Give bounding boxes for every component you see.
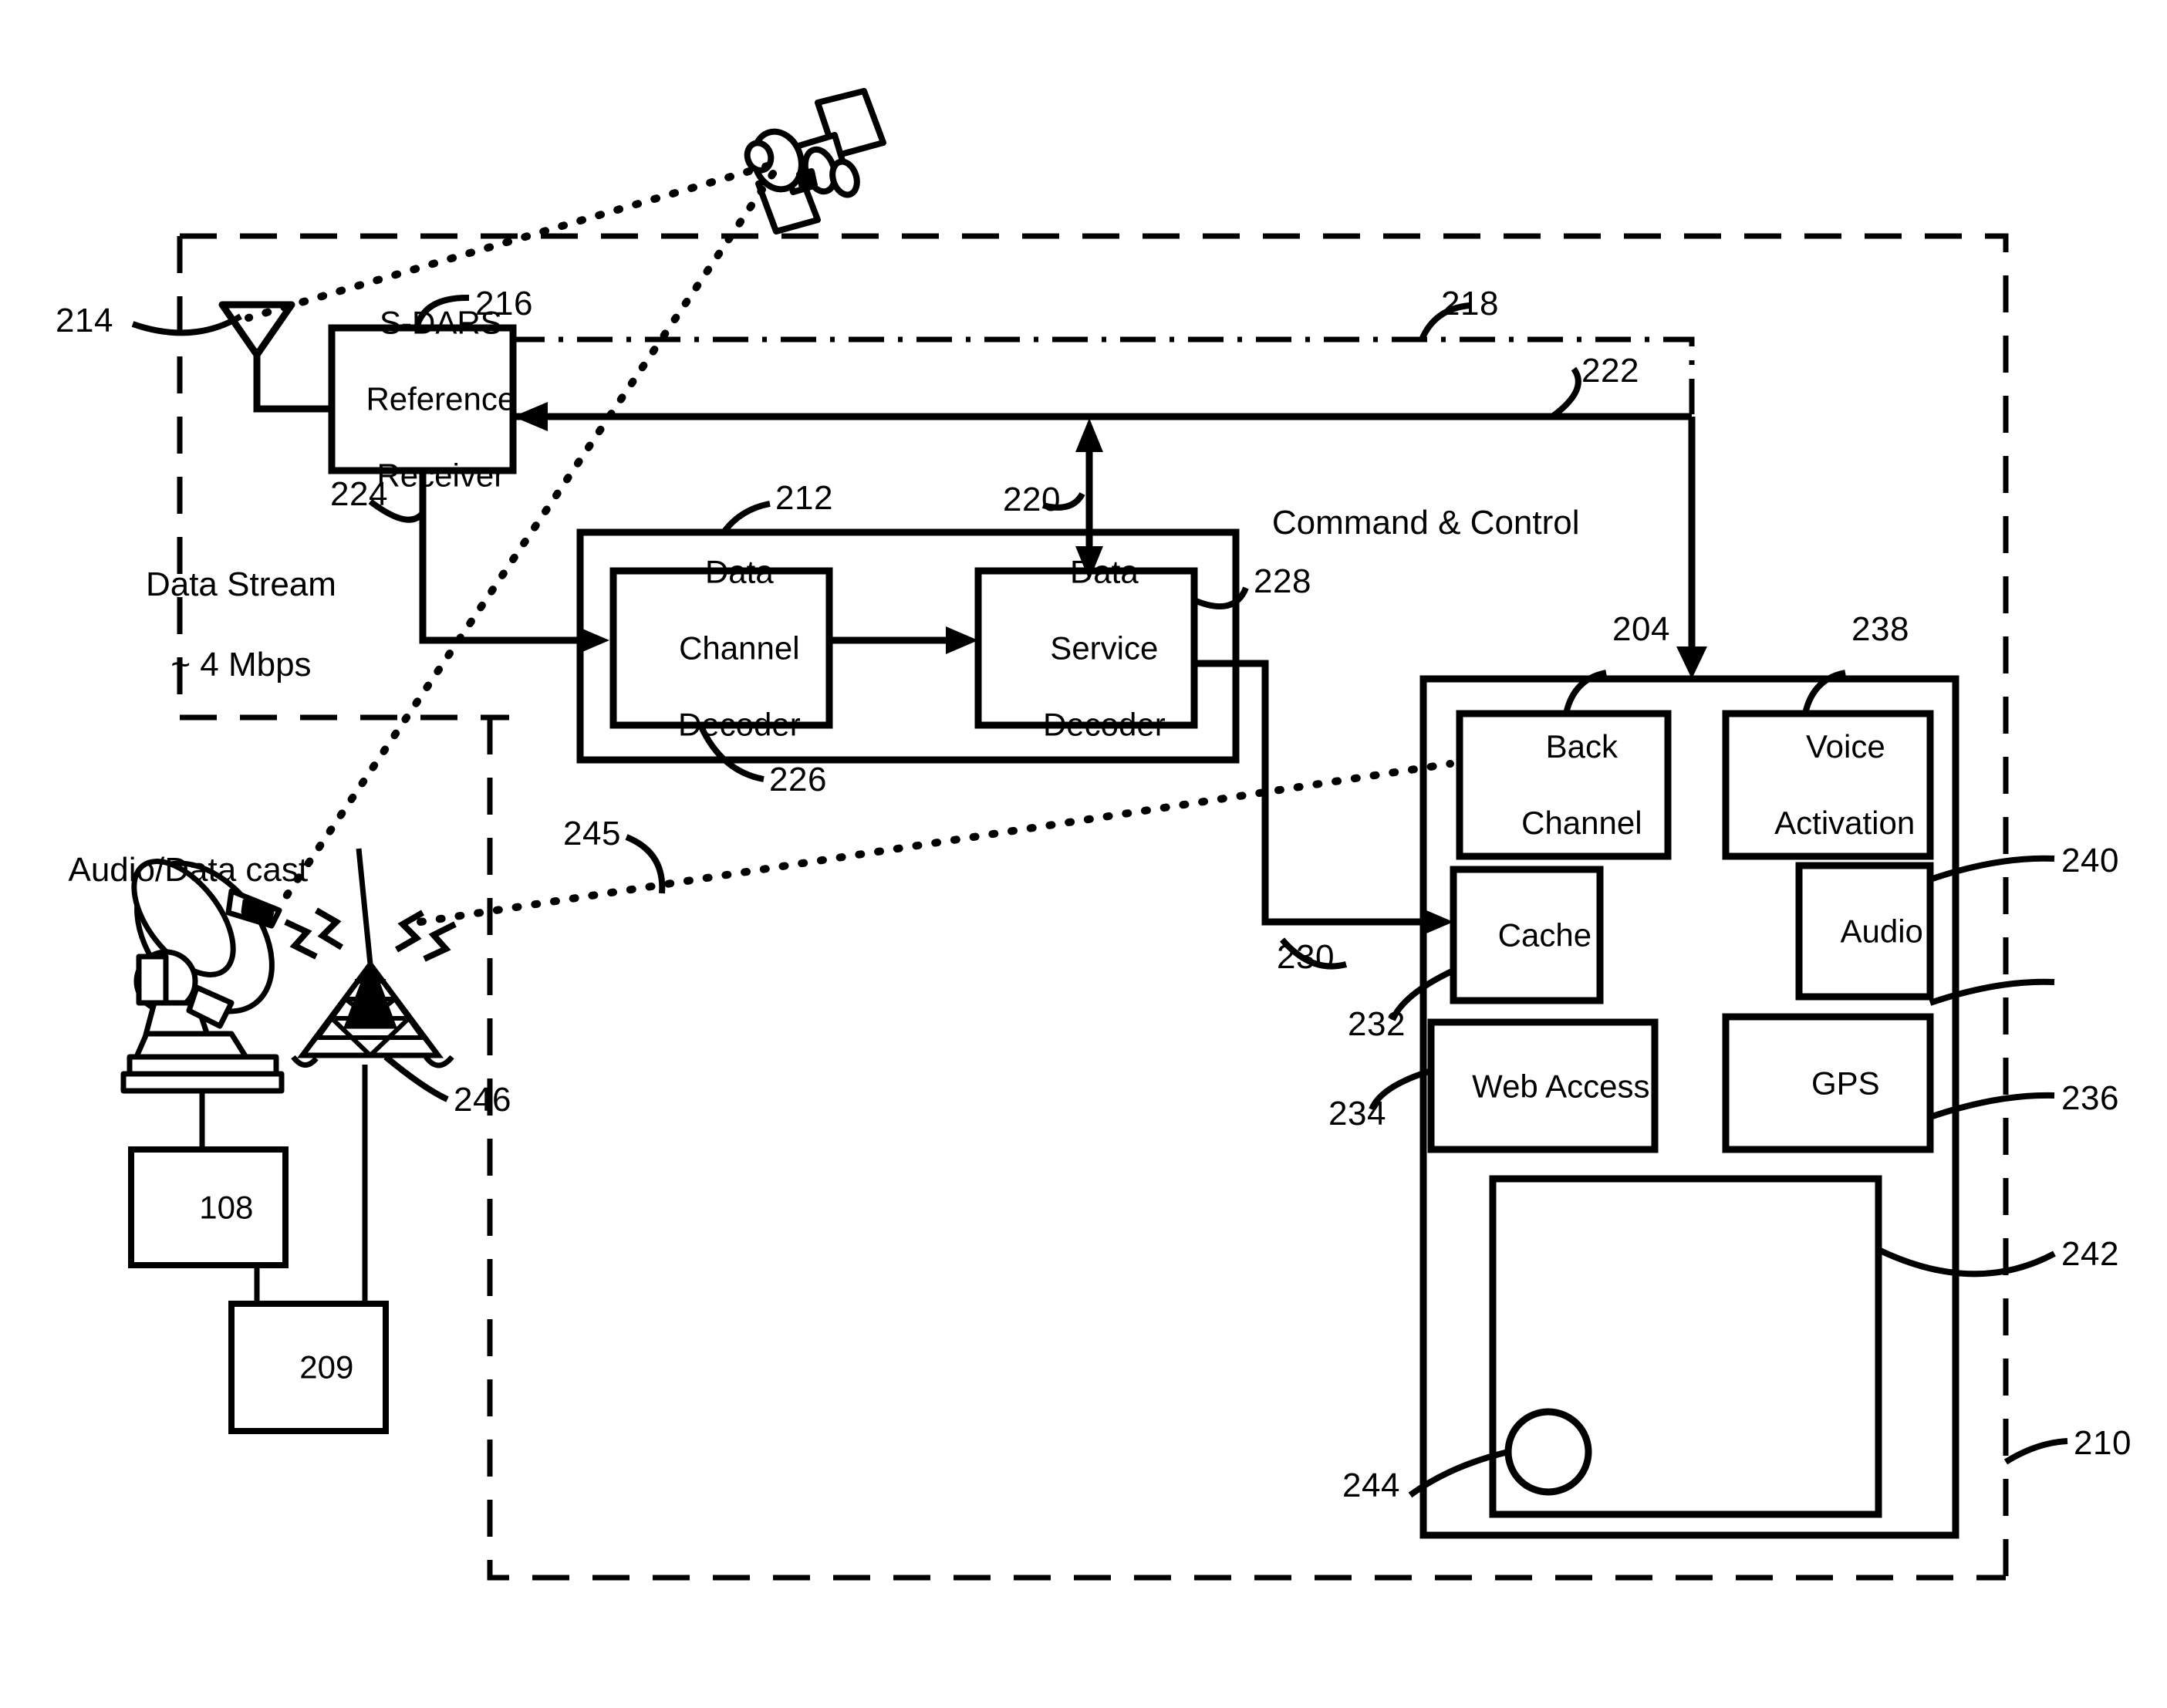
control-knob-icon[interactable] (1504, 1408, 1592, 1496)
leader-250 (1929, 978, 2055, 1006)
leader-236 (1929, 1092, 2055, 1120)
leader-242 (1877, 1247, 2056, 1278)
refnum-226: 226 (769, 761, 827, 798)
audio-label: Audio (1840, 913, 1923, 950)
refnum-220: 220 (1003, 481, 1061, 518)
back-channel-label: Back Channel (1521, 727, 1642, 841)
arrow-into-device-panel (1676, 646, 1707, 679)
antenna-down-lead (253, 355, 333, 413)
refnum-236: 236 (2061, 1079, 2119, 1117)
refnum-204: 204 (1612, 610, 1670, 648)
refnum-242: 242 (2061, 1235, 2119, 1273)
gps-label: GPS (1811, 1065, 1880, 1102)
data-stream-label: Data Stream ~ 4 Mbps (145, 565, 336, 684)
refnum-228: 228 (1254, 562, 1311, 600)
cache-label: Cache (1497, 916, 1592, 954)
refnum-246: 246 (454, 1081, 511, 1119)
arrow-into-sdars-receiver (513, 402, 548, 431)
refnum-232: 232 (1348, 1005, 1406, 1043)
refnum-234: 234 (1328, 1095, 1386, 1132)
voice-activation-label: Voice Activation (1774, 727, 1916, 841)
refnum-230: 230 (1277, 938, 1335, 976)
source-209-label: 209 (299, 1349, 354, 1386)
refnum-212: 212 (775, 479, 833, 517)
refnum-224: 224 (330, 475, 388, 513)
refnum-218: 218 (1441, 285, 1499, 322)
arrow-into-data-service-decoder (946, 626, 978, 654)
refnum-216: 216 (475, 285, 533, 322)
patent-figure-sheet: S-DARS Reference Receiver Data Channel D… (0, 0, 2167, 1708)
refnum-240: 240 (2061, 842, 2119, 879)
satellite-icon (744, 88, 886, 235)
leader-210 (2003, 1438, 2068, 1465)
refnum-222: 222 (1581, 352, 1639, 390)
web-access-label: Web Access (1472, 1068, 1650, 1105)
refnum-238: 238 (1851, 610, 1909, 648)
source-108-label: 108 (199, 1189, 254, 1226)
leader-240 (1929, 855, 2055, 883)
data-channel-decoder-label: Data Channel Decoder (677, 553, 801, 743)
refnum-210: 210 (2074, 1424, 2132, 1462)
refnum-244: 244 (1342, 1467, 1400, 1504)
leader-214 (131, 313, 243, 336)
data-service-decoder-label: Data Service Decoder (1042, 553, 1166, 743)
refnum-245: 245 (563, 815, 621, 852)
refnum-214: 214 (56, 302, 113, 339)
leader-245 (625, 834, 666, 894)
double-arrow-220-up-head (1075, 418, 1103, 452)
antenna-to-sdars-wire (253, 355, 332, 413)
audio-data-cast-label: Audio/Data cast (68, 850, 309, 889)
decoder-to-cache-230-path (1194, 660, 1429, 926)
leader-222 (1550, 366, 1581, 420)
